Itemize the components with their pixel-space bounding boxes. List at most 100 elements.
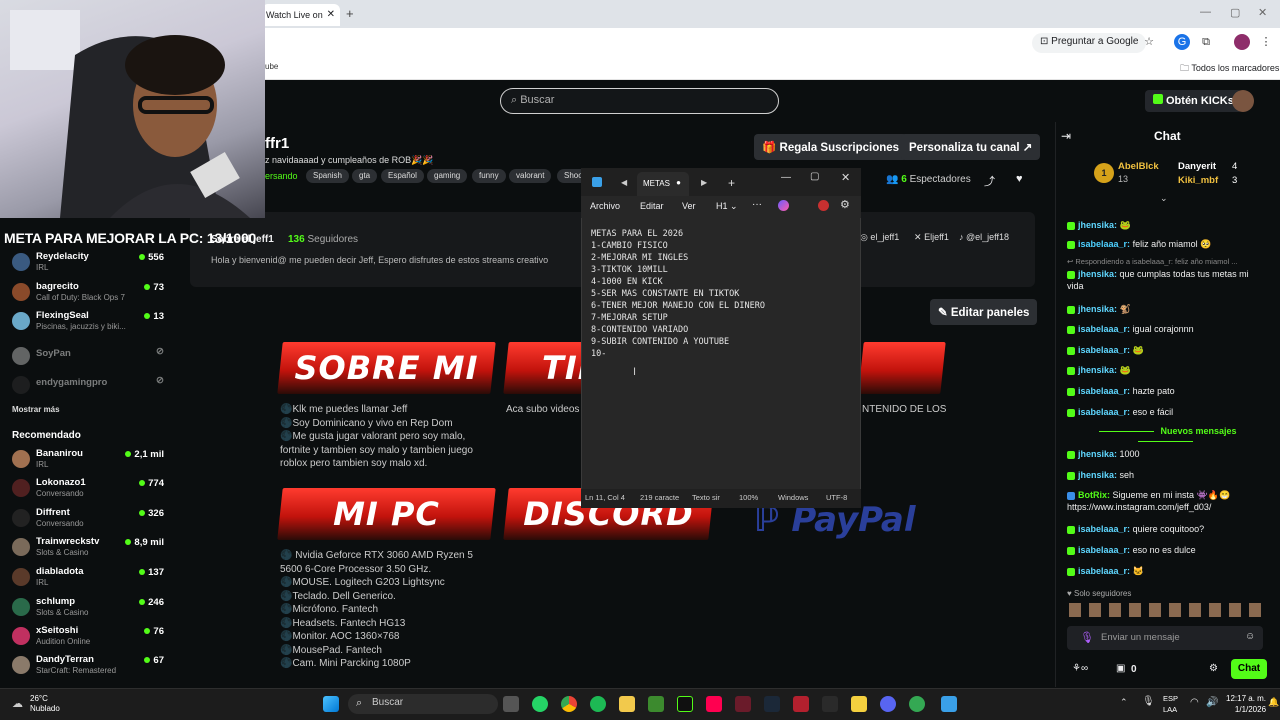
ask-google-button[interactable]: ⊡ Preguntar a Google	[1032, 33, 1147, 53]
sidebar-channel[interactable]: bagrecito Call of Duty: Black Ops 7 73	[12, 281, 164, 307]
tag-espanol[interactable]: Español	[381, 169, 424, 183]
tab-scroll-right-icon[interactable]: ▶	[701, 178, 707, 187]
epic-games-icon[interactable]	[822, 696, 838, 712]
chat-username[interactable]: isabelaaa_r:	[1078, 545, 1130, 555]
new-tab-icon[interactable]: +	[728, 176, 735, 190]
app-icon[interactable]	[735, 696, 751, 712]
sidebar-channel[interactable]: diabladota IRL 137	[12, 566, 164, 592]
copilot-icon[interactable]	[778, 200, 789, 211]
search-input[interactable]: ⌕ Buscar	[500, 88, 779, 114]
sidebar-channel-offline[interactable]: endygamingpro ⊘	[12, 374, 164, 400]
new-tab-icon[interactable]: +	[346, 6, 354, 21]
panel-mi-pc[interactable]: MI PC	[277, 488, 496, 540]
notepad-tab[interactable]: METAS ●	[637, 172, 689, 196]
more-options-icon[interactable]: ···	[752, 199, 762, 210]
tiktok-app-icon[interactable]	[706, 696, 722, 712]
chat-username[interactable]: isabelaaa_r:	[1078, 324, 1130, 334]
close-window-icon[interactable]: ✕	[841, 171, 850, 184]
send-chat-button[interactable]: Chat	[1231, 659, 1267, 679]
panel-sobre-mi[interactable]: SOBRE MI	[277, 342, 496, 394]
sidebar-channel[interactable]: Bananirou IRL 2,1 mil	[12, 448, 164, 474]
wifi-icon[interactable]: ◠	[1190, 697, 1199, 708]
minimize-icon[interactable]: —	[1200, 6, 1211, 18]
minimize-icon[interactable]: —	[781, 172, 791, 183]
system-clock[interactable]: 12:17 a. m. 1/1/2026	[1226, 693, 1266, 715]
sticky-notes-icon[interactable]	[851, 696, 867, 712]
rewards-icon[interactable]: ▣	[1116, 663, 1125, 674]
minecraft-icon[interactable]	[648, 696, 664, 712]
top-gifter-name[interactable]: Kiki_mbf	[1178, 175, 1218, 186]
follow-icon[interactable]: ♥	[1016, 173, 1023, 185]
tag-spanish[interactable]: Spanish	[306, 169, 349, 183]
microphone-icon[interactable]: 🎙	[1080, 631, 1094, 644]
chat-username[interactable]: isabelaaa_r:	[1078, 566, 1130, 576]
recent-chatter-avatars[interactable]	[1069, 603, 1267, 617]
menu-icon[interactable]: ⋮	[1258, 34, 1274, 50]
chat-input[interactable]: Enviar un mensaje	[1067, 626, 1263, 650]
close-tab-icon[interactable]: ✕	[327, 9, 335, 20]
social-twitter[interactable]: ✕ Eljeff1	[914, 232, 949, 243]
collapse-chat-icon[interactable]: ⇥	[1061, 129, 1071, 143]
panel-content[interactable]	[858, 342, 946, 394]
expand-gifters-icon[interactable]: ⌄	[1160, 193, 1168, 204]
extension-g-icon[interactable]: G	[1174, 34, 1190, 50]
top-gifter-name[interactable]: AbelBlck	[1118, 161, 1159, 172]
get-kicks-button[interactable]: Obtén KICKs	[1145, 90, 1242, 112]
status-zoom[interactable]: 100%	[739, 493, 758, 502]
input-language[interactable]: ESP LAA	[1163, 693, 1178, 715]
status-line-ending[interactable]: Windows	[778, 493, 808, 502]
sidebar-channel[interactable]: FlexingSeal Piscinas, jacuzzis y biki... 1…	[12, 310, 164, 336]
social-instagram[interactable]: ◎ el_jeff1	[860, 232, 899, 243]
discord-icon[interactable]	[880, 696, 896, 712]
chat-username[interactable]: isabelaaa_r:	[1078, 524, 1130, 534]
chat-username[interactable]: jhensika:	[1078, 365, 1117, 375]
menu-file[interactable]: Archivo	[590, 201, 620, 211]
close-window-icon[interactable]: ✕	[1258, 6, 1267, 19]
chat-username[interactable]: isabelaaa_r:	[1078, 345, 1130, 355]
tag-funny[interactable]: funny	[472, 169, 506, 183]
whatsapp-icon[interactable]	[532, 696, 548, 712]
emoji-icon[interactable]: ☺	[1245, 631, 1255, 642]
sidebar-channel-offline[interactable]: SoyPan ⊘	[12, 345, 164, 371]
tag-gta[interactable]: gta	[352, 169, 378, 183]
notepad-text-area[interactable]: METAS PARA EL 2026 1-CAMBIO FISICO 2-MEJ…	[591, 228, 765, 360]
volume-icon[interactable]: 🔊	[1206, 697, 1218, 708]
star-icon[interactable]: ☆	[1141, 34, 1157, 50]
chrome-profile-icon[interactable]	[909, 696, 925, 712]
chrome-icon[interactable]	[561, 696, 577, 712]
tag-gaming[interactable]: gaming	[427, 169, 468, 183]
channel-points-icon[interactable]: ⚘∞	[1072, 663, 1088, 674]
show-more-link[interactable]: Mostrar más	[12, 405, 60, 414]
chat-username[interactable]: jhensika:	[1078, 449, 1117, 459]
heading-dropdown[interactable]: H1 ⌄	[716, 201, 738, 212]
spotify-icon[interactable]	[590, 696, 606, 712]
gift-subs-button[interactable]: 🎁 Regala Suscripciones	[754, 134, 908, 160]
bookmark-fragment[interactable]: ube	[265, 62, 278, 71]
xbox-icon[interactable]	[677, 696, 693, 712]
steam-icon[interactable]	[764, 696, 780, 712]
tab-scroll-left-icon[interactable]: ◀	[621, 178, 627, 187]
edit-panels-button[interactable]: ✎ Editar paneles	[930, 299, 1038, 325]
settings-gear-icon[interactable]: ⚙	[840, 198, 850, 211]
extensions-icon[interactable]: ⧉	[1198, 34, 1214, 50]
taskbar-search[interactable]: Buscar	[348, 694, 498, 714]
sidebar-channel[interactable]: Trainwreckstv Slots & Casino 8,9 mil	[12, 536, 164, 562]
chat-settings-icon[interactable]: ⚙	[1209, 663, 1218, 674]
chat-username[interactable]: jhensika:	[1078, 269, 1117, 279]
windows-start-icon[interactable]	[323, 696, 339, 712]
user-avatar[interactable]	[1232, 90, 1254, 112]
microphone-icon[interactable]: 🎙	[1142, 696, 1155, 707]
share-icon[interactable]: ⤴	[984, 173, 995, 189]
chat-username[interactable]: jhensika:	[1078, 470, 1117, 480]
weather-widget[interactable]: 26°C Nublado	[30, 694, 60, 714]
chat-username[interactable]: isabelaaa_r:	[1078, 239, 1130, 249]
menu-view[interactable]: Ver	[682, 201, 696, 211]
capcut-icon[interactable]	[793, 696, 809, 712]
stream-category[interactable]: ersando	[265, 171, 298, 181]
profile-icon[interactable]	[1234, 34, 1250, 50]
social-tiktok[interactable]: ♪ @el_jeff18	[959, 232, 1009, 242]
chat-username[interactable]: isabelaaa_r:	[1078, 407, 1130, 417]
sidebar-channel[interactable]: Reydelacity IRL 556	[12, 251, 164, 277]
maximize-icon[interactable]: ▢	[1230, 6, 1240, 19]
new-messages-divider[interactable]: Nuevos mensajes	[1060, 426, 1270, 446]
